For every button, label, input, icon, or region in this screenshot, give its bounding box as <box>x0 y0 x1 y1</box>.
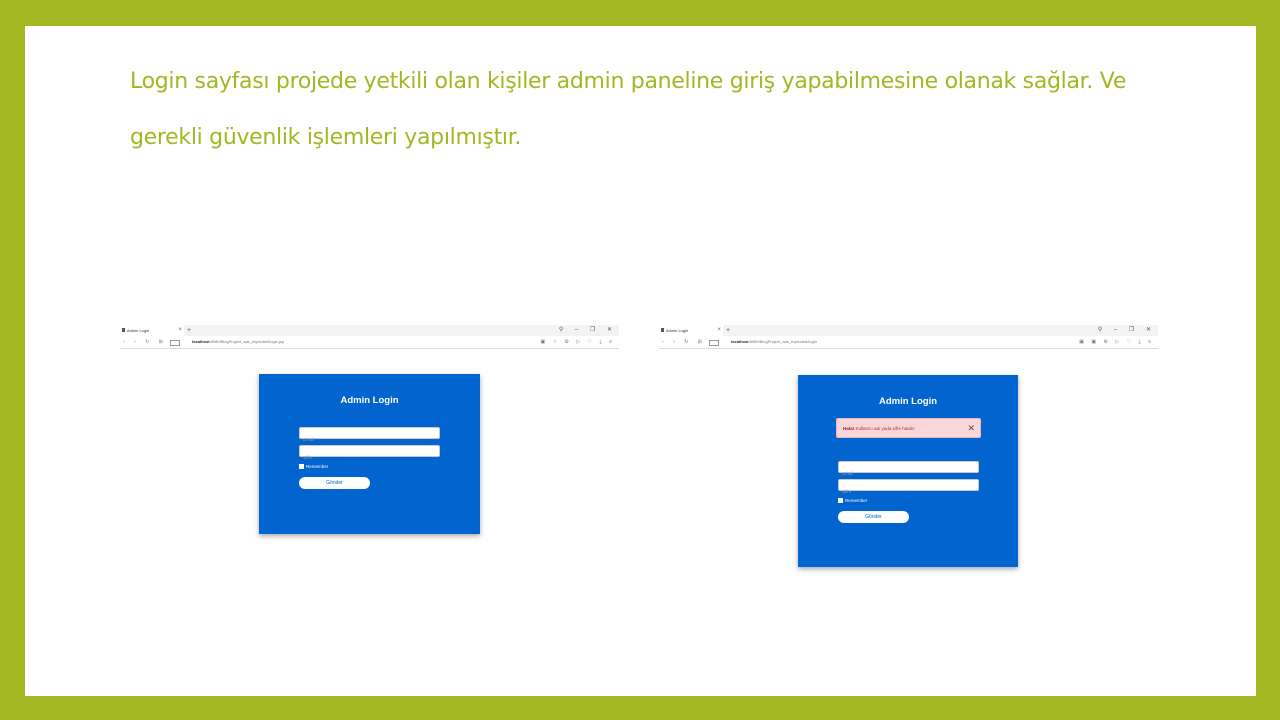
caption-line-1: Login sayfası projede yetkili olan kişil… <box>130 69 1127 94</box>
tab-title: Admin Login <box>127 328 150 333</box>
page-icon <box>661 328 664 332</box>
browser-tab[interactable]: Admin Login × <box>659 325 723 336</box>
submit-button[interactable]: Gönder <box>838 511 909 523</box>
address-field[interactable]: localhost:8080/BlogProject_war_exploded/… <box>731 336 817 348</box>
login-panel: Admin Login Remember Gönder <box>259 374 480 534</box>
email-field[interactable] <box>299 427 440 445</box>
new-tab-icon[interactable]: + <box>187 325 191 336</box>
url-host: localhost <box>731 339 749 344</box>
toolbar-icons[interactable]: ▣ ▣ ⚙ ▷ ♡ ⤓ ≡ <box>1079 336 1154 348</box>
password-field[interactable] <box>299 445 440 463</box>
close-tab-icon[interactable]: × <box>178 325 182 336</box>
checkbox-icon[interactable] <box>838 498 843 503</box>
email-field[interactable] <box>838 461 979 479</box>
security-icon <box>709 340 719 346</box>
url-host: localhost <box>192 339 210 344</box>
close-icon[interactable]: ✕ <box>967 419 975 438</box>
checkbox-icon[interactable] <box>299 464 304 469</box>
window-controls[interactable]: ⚲ – ❐ ✕ <box>559 325 617 336</box>
error-alert: Hata! Kullanıcı adı yada şifre hatalı! ✕ <box>836 418 981 438</box>
login-title: Admin Login <box>340 395 399 406</box>
password-field[interactable] <box>838 479 979 497</box>
login-screenshot-error: Admin Login × + ⚲ – ❐ ✕ ‹ › ↻ ⊞ localhos… <box>659 325 1158 585</box>
email-input[interactable] <box>839 468 978 479</box>
browser-tab[interactable]: Admin Login × <box>120 325 184 336</box>
password-input[interactable] <box>300 452 439 463</box>
submit-button[interactable]: Gönder <box>299 477 370 489</box>
login-screenshot-initial: Admin Login × + ⚲ – ❐ ✕ ‹ › ↻ ⊞ localhos… <box>120 325 619 585</box>
tab-title: Admin Login <box>666 328 689 333</box>
password-input[interactable] <box>839 486 978 497</box>
login-panel: Admin Login Hata! Kullanıcı adı yada şif… <box>798 375 1018 567</box>
remember-label: Remember <box>845 498 868 503</box>
alert-strong: Hata! <box>843 426 855 431</box>
security-icon <box>170 340 180 346</box>
browser-urlbar: ‹ › ↻ ⊞ localhost:8080/BlogProject_war_e… <box>659 336 1158 349</box>
remember-checkbox[interactable]: Remember <box>838 498 867 504</box>
url-path: :8080/BlogProject_war_exploded/login.jsp <box>209 339 285 344</box>
caption-line-2: gerekli güvenlik işlemleri yapılmıştır. <box>130 125 522 150</box>
remember-label: Remember <box>306 464 329 469</box>
alert-message: Hata! Kullanıcı adı yada şifre hatalı! <box>843 419 915 438</box>
slide-caption: Login sayfası projede yetkili olan kişil… <box>130 54 1190 166</box>
remember-checkbox[interactable]: Remember <box>299 464 328 470</box>
slide: Login sayfası projede yetkili olan kişil… <box>25 26 1256 696</box>
nav-buttons[interactable]: ‹ › ↻ ⊞ <box>662 336 706 348</box>
toolbar-icons[interactable]: ▣ ☆ ⚙ ▷ ♡ ⤓ ≡ <box>541 336 615 348</box>
email-input[interactable] <box>300 434 439 445</box>
alert-text: Kullanıcı adı yada şifre hatalı! <box>855 426 915 431</box>
close-tab-icon[interactable]: × <box>717 325 721 336</box>
window-controls[interactable]: ⚲ – ❐ ✕ <box>1098 325 1156 336</box>
new-tab-icon[interactable]: + <box>726 325 730 336</box>
address-field[interactable]: localhost:8080/BlogProject_war_exploded/… <box>192 336 284 348</box>
login-title: Admin Login <box>878 396 938 407</box>
url-path: :8080/BlogProject_war_exploded/login <box>748 339 817 344</box>
page-icon <box>122 328 125 332</box>
nav-buttons[interactable]: ‹ › ↻ ⊞ <box>123 336 167 348</box>
browser-urlbar: ‹ › ↻ ⊞ localhost:8080/BlogProject_war_e… <box>120 336 619 349</box>
